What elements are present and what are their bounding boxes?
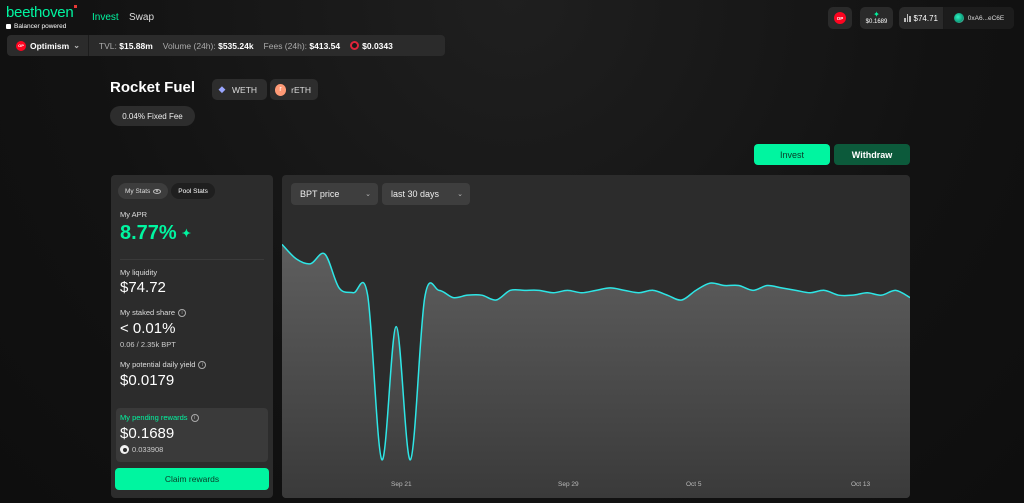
pending-label: My pending rewards i: [120, 413, 199, 422]
beets-token-icon: [120, 445, 129, 454]
nav-swap[interactable]: Swap: [129, 12, 154, 23]
pending-tokens: 0.033908: [120, 445, 163, 454]
tab-my-stats-label: My Stats: [125, 187, 151, 195]
page-title: Rocket Fuel: [110, 79, 196, 96]
sparkle-icon: ✦: [873, 10, 880, 19]
network-stats-bar: OP Optimism ⌄ TVL: $15.88m Volume (24h):…: [7, 35, 445, 56]
wallet-pill[interactable]: $74.71 0xA6...eC6E: [899, 7, 1014, 29]
pending-value: $0.1689: [120, 425, 175, 442]
logo[interactable]: beethoven Balancer powered: [6, 4, 78, 30]
tvl-label: TVL:: [98, 40, 117, 51]
chevron-down-icon: ⌄: [365, 191, 371, 198]
sparkle-icon[interactable]: ✦: [182, 227, 191, 240]
divider: [120, 259, 264, 260]
wallet-button[interactable]: 0xA6...eC6E: [944, 7, 1014, 29]
tab-pool-stats[interactable]: Pool Stats: [171, 183, 215, 199]
info-icon[interactable]: i: [198, 360, 207, 369]
info-icon[interactable]: i: [178, 308, 187, 317]
chart-area: [282, 244, 910, 498]
liquidity-label: My liquidity: [120, 268, 158, 277]
network-switch-button[interactable]: OP: [828, 7, 852, 29]
apr-label: My APR: [120, 210, 148, 219]
apr-value: 8.77% ✦: [120, 222, 191, 245]
volume-stat: Volume (24h): $535.24k: [163, 41, 254, 51]
beets-price-stat: $0.0343: [350, 40, 393, 51]
volume-value: $535.24k: [218, 40, 254, 51]
yield-value: $0.0179: [120, 372, 175, 389]
withdraw-button[interactable]: Withdraw: [834, 144, 910, 165]
my-stats-card: My Stats Pool Stats My APR 8.77% ✦ My li…: [111, 175, 273, 498]
logo-text: beethoven: [6, 4, 74, 21]
fees-value: $413.54: [309, 40, 341, 51]
invest-button[interactable]: Invest: [754, 144, 830, 165]
network-selector[interactable]: OP Optimism ⌄: [7, 35, 89, 56]
staked-label: My staked share i: [120, 308, 187, 317]
chevron-down-icon: ⌄: [73, 41, 80, 50]
eth-icon: ◆: [218, 84, 226, 94]
tvl-value: $15.88m: [119, 40, 153, 51]
yield-label: My potential daily yield i: [120, 360, 207, 369]
nav-invest[interactable]: Invest: [92, 12, 119, 23]
metric-select-value: BPT price: [300, 189, 340, 199]
beets-icon: [350, 40, 360, 50]
token-weth-label: WETH: [232, 84, 258, 95]
staked-value: < 0.01%: [120, 320, 176, 337]
stats-tabs: My Stats Pool Stats: [118, 183, 215, 199]
fees-label: Fees (24h):: [263, 40, 308, 51]
info-icon[interactable]: i: [190, 413, 199, 422]
bpt-price-chart: [282, 243, 910, 498]
beets-price: $0.0343: [362, 40, 393, 51]
x-tick-label: Oct 5: [686, 481, 702, 488]
volume-label: Volume (24h):: [162, 40, 216, 51]
optimism-icon: OP: [834, 12, 846, 24]
pending-tokens-value: 0.033908: [132, 445, 164, 454]
token-weth[interactable]: ◆ WETH: [212, 79, 267, 100]
logo-subtitle: Balancer powered: [6, 23, 76, 30]
reth-icon: r: [275, 83, 287, 96]
logo-dot: [74, 5, 78, 8]
portfolio-value: $74.71: [913, 13, 938, 23]
staked-label-text: My staked share: [120, 308, 176, 317]
chart-card: BPT price ⌄ last 30 days ⌄ Sep 21 Sep 29…: [282, 175, 910, 498]
bar-chart-icon: [904, 14, 911, 22]
liquidity-value: $74.72: [120, 279, 166, 296]
x-tick-label: Oct 13: [851, 481, 871, 488]
tab-my-stats[interactable]: My Stats: [118, 183, 169, 199]
token-reth-label: rETH: [291, 84, 311, 95]
metric-select[interactable]: BPT price ⌄: [291, 183, 378, 205]
pending-label-text: My pending rewards: [120, 413, 188, 422]
token-reth[interactable]: r rETH: [270, 79, 318, 100]
wallet-address: 0xA6...eC6E: [967, 14, 1005, 22]
rewards-button[interactable]: ✦ $0.1689: [860, 7, 893, 29]
staked-detail: 0.06 / 2.35k BPT: [120, 340, 176, 349]
balancer-icon: [6, 24, 11, 29]
optimism-icon: OP: [16, 40, 26, 51]
tvl-stat: TVL: $15.88m: [99, 41, 153, 51]
eye-icon[interactable]: [153, 188, 162, 194]
apr-value-text: 8.77%: [120, 222, 177, 244]
network-name: Optimism: [30, 40, 70, 51]
fee-badge: 0.04% Fixed Fee: [110, 106, 195, 126]
range-select-value: last 30 days: [391, 189, 440, 199]
avatar: [953, 13, 964, 23]
chevron-down-icon: ⌄: [457, 191, 463, 198]
range-select[interactable]: last 30 days ⌄: [382, 183, 470, 205]
pending-rewards-box: My pending rewards i $0.1689 0.033908: [116, 408, 268, 462]
yield-label-text: My potential daily yield: [120, 360, 196, 369]
logo-sub-text: Balancer powered: [14, 23, 67, 30]
x-tick-label: Sep 29: [558, 481, 579, 488]
fees-stat: Fees (24h): $413.54: [264, 41, 341, 51]
portfolio-button[interactable]: $74.71: [899, 7, 944, 29]
rewards-value: $0.1689: [865, 19, 888, 25]
x-tick-label: Sep 21: [391, 481, 412, 488]
claim-rewards-button[interactable]: Claim rewards: [115, 468, 269, 490]
